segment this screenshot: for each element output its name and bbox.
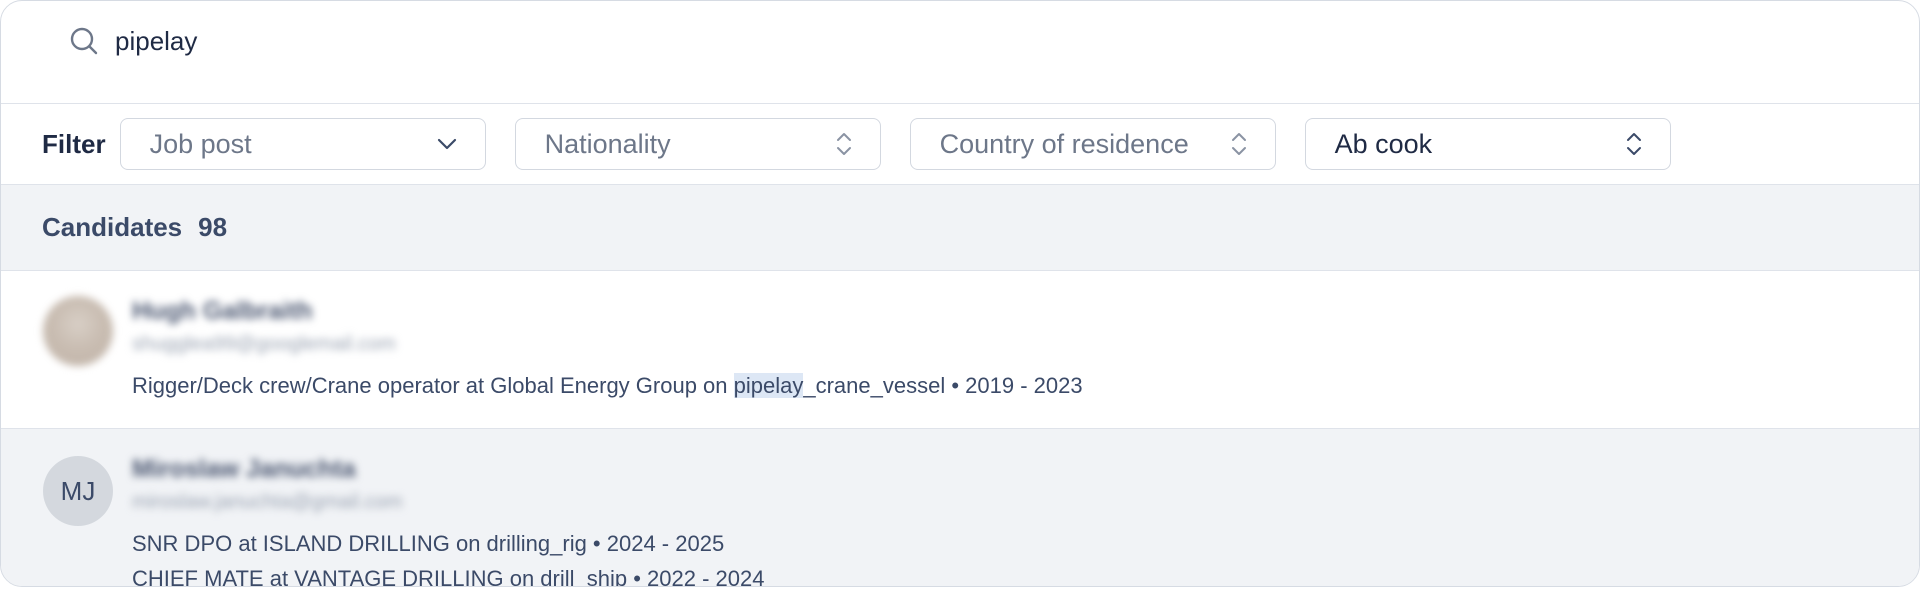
filter-label: Filter — [42, 128, 106, 159]
experience-text-before: Rigger/Deck crew/Crane operator at Globa… — [132, 373, 734, 398]
candidate-email: miroslaw.januchta@gmail.com — [132, 491, 403, 513]
candidate-name: Miroslaw Januchta — [132, 455, 356, 483]
chevron-down-icon — [437, 138, 457, 150]
candidate-search-panel: Filter Job post Nationality Country of r… — [0, 0, 1920, 587]
filter-bar: Filter Job post Nationality Country of r… — [1, 104, 1919, 185]
chevron-up-down-icon — [836, 131, 852, 157]
experience-line: Rigger/Deck crew/Crane operator at Globa… — [132, 373, 1083, 399]
country-of-residence-select-value: Country of residence — [939, 128, 1189, 159]
avatar — [43, 296, 113, 366]
candidates-header: Candidates 98 — [1, 185, 1919, 271]
nationality-select[interactable]: Nationality — [514, 118, 881, 170]
position-select[interactable]: Ab cook — [1304, 118, 1671, 170]
candidate-name: Hugh Galbraith — [132, 297, 313, 325]
country-of-residence-select[interactable]: Country of residence — [909, 118, 1276, 170]
avatar: MJ — [43, 456, 113, 526]
job-post-select[interactable]: Job post — [119, 118, 486, 170]
job-post-select-value: Job post — [149, 128, 252, 159]
experience-line: SNR DPO at ISLAND DRILLING on drilling_r… — [132, 531, 725, 556]
experience-line: CHIEF MATE at VANTAGE DRILLING on drill_… — [132, 566, 765, 587]
nationality-select-value: Nationality — [544, 128, 671, 159]
position-select-value: Ab cook — [1334, 128, 1433, 159]
candidate-row[interactable]: MJ Miroslaw Januchta miroslaw.januchta@g… — [1, 429, 1919, 587]
search-icon — [69, 25, 101, 57]
search-bar — [1, 1, 1919, 104]
chevron-up-down-icon — [1231, 131, 1247, 157]
experience-text-after: _crane_vessel • 2019 - 2023 — [803, 373, 1083, 398]
candidate-row[interactable]: Hugh Galbraith shugglea99@googlemail.com… — [1, 271, 1919, 429]
candidates-count: 98 — [198, 212, 228, 242]
search-input[interactable] — [115, 25, 715, 57]
search-highlight: pipelay — [733, 373, 804, 398]
candidates-title: Candidates — [42, 212, 183, 242]
candidate-email: shugglea99@googlemail.com — [132, 333, 396, 355]
chevron-up-down-icon — [1626, 131, 1642, 157]
